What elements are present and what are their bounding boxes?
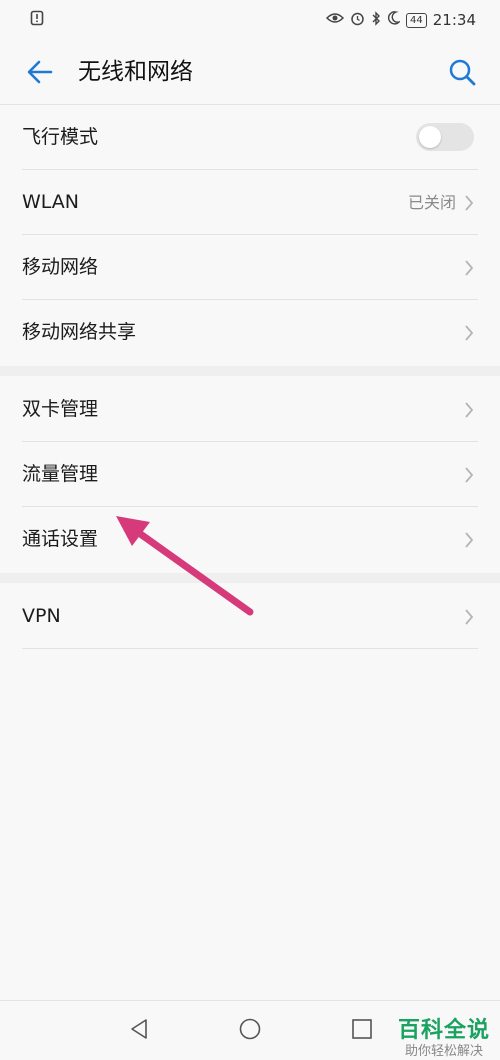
status-icons: 44 21:34 bbox=[325, 10, 476, 30]
chevron-right-icon bbox=[465, 609, 474, 625]
vpn-row[interactable]: VPN bbox=[0, 584, 500, 649]
search-icon[interactable] bbox=[446, 56, 478, 88]
eye-comfort-icon bbox=[325, 12, 345, 28]
dual-sim-label: 双卡管理 bbox=[22, 398, 99, 420]
battery-indicator: 44 bbox=[406, 12, 427, 28]
app-bar: 无线和网络 bbox=[0, 40, 500, 105]
chevron-right-icon bbox=[465, 325, 474, 341]
toggle-knob bbox=[419, 126, 441, 148]
chevron-right-icon bbox=[465, 195, 474, 211]
wlan-label: WLAN bbox=[22, 191, 80, 213]
watermark-subtitle: 助你轻松解决 bbox=[404, 1044, 483, 1059]
status-bar: 44 21:34 bbox=[0, 0, 500, 40]
bluetooth-icon bbox=[371, 10, 381, 30]
tethering-label: 移动网络共享 bbox=[22, 321, 137, 343]
alarm-icon bbox=[350, 11, 365, 30]
mobile-network-row[interactable]: 移动网络 bbox=[0, 235, 500, 300]
watermark: 百科全说 助你轻松解决 bbox=[398, 1018, 490, 1060]
data-usage-row[interactable]: 流量管理 bbox=[0, 442, 500, 507]
airplane-mode-label: 飞行模式 bbox=[22, 126, 99, 148]
call-settings-label: 通话设置 bbox=[22, 528, 99, 550]
airplane-mode-toggle[interactable] bbox=[416, 123, 474, 151]
chevron-right-icon bbox=[465, 402, 474, 418]
page-title: 无线和网络 bbox=[78, 59, 193, 85]
wlan-row[interactable]: WLAN 已关闭 bbox=[0, 170, 500, 235]
chevron-right-icon bbox=[465, 532, 474, 548]
clock: 21:34 bbox=[432, 11, 476, 29]
chevron-right-icon bbox=[465, 467, 474, 483]
home-nav-icon[interactable] bbox=[238, 1017, 262, 1041]
mobile-network-label: 移动网络 bbox=[22, 256, 99, 278]
recents-nav-icon[interactable] bbox=[350, 1017, 374, 1041]
notification-alert-icon bbox=[30, 10, 44, 30]
moon-icon bbox=[387, 11, 402, 29]
back-arrow-icon[interactable] bbox=[24, 56, 56, 88]
chevron-right-icon bbox=[465, 260, 474, 276]
wlan-status: 已关闭 bbox=[407, 193, 456, 212]
section-separator bbox=[0, 366, 500, 376]
dual-sim-row[interactable]: 双卡管理 bbox=[0, 377, 500, 442]
airplane-mode-row[interactable]: 飞行模式 bbox=[0, 105, 500, 170]
data-usage-label: 流量管理 bbox=[22, 463, 99, 485]
back-nav-icon[interactable] bbox=[127, 1017, 151, 1041]
watermark-title: 百科全说 bbox=[397, 1018, 490, 1043]
section-separator bbox=[0, 573, 500, 583]
call-settings-row[interactable]: 通话设置 bbox=[0, 507, 500, 572]
tethering-row[interactable]: 移动网络共享 bbox=[0, 300, 500, 365]
divider bbox=[22, 648, 478, 649]
vpn-label: VPN bbox=[22, 605, 61, 627]
